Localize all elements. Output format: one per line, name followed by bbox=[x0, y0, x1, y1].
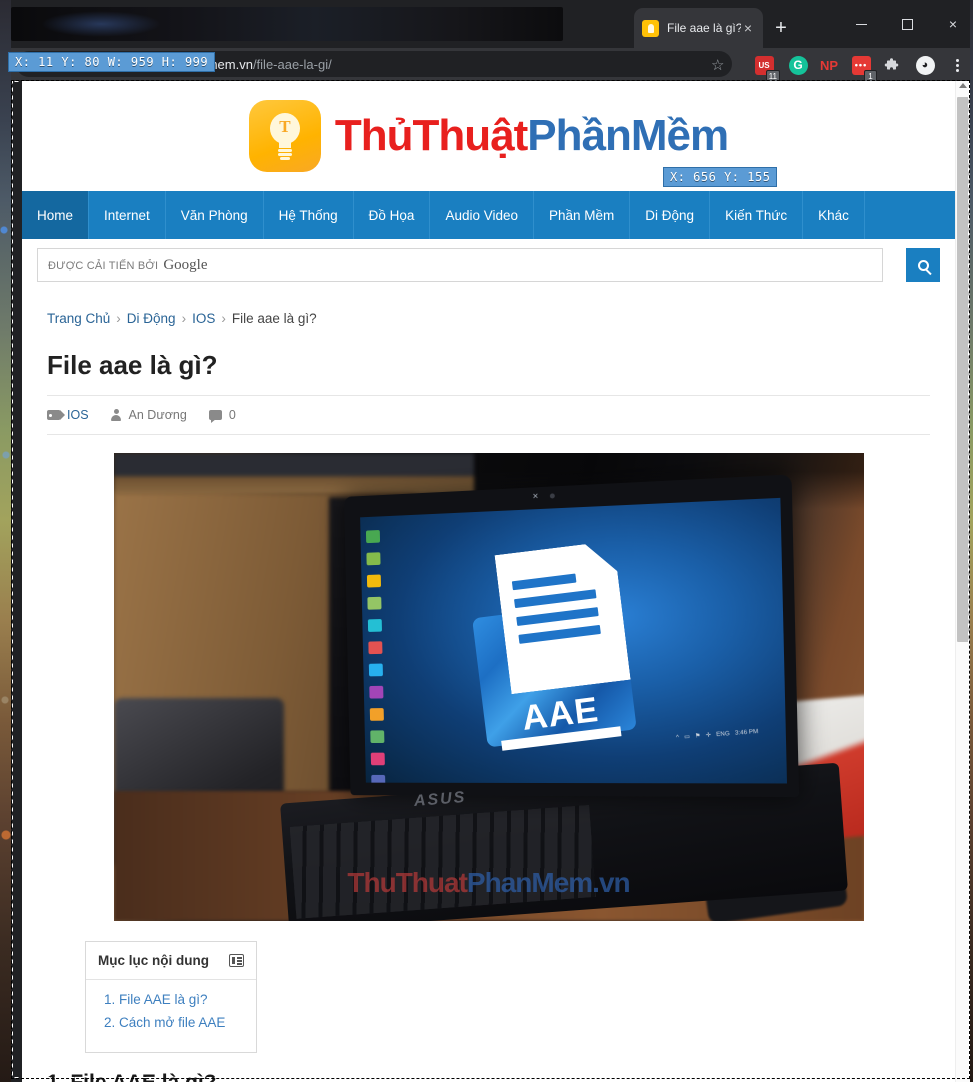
lightbulb-logo-icon bbox=[248, 100, 321, 172]
np-extension-icon[interactable]: NP bbox=[817, 53, 841, 77]
laptop-bezel-mark: × bbox=[531, 491, 538, 503]
nav-item-internet[interactable]: Internet bbox=[89, 191, 166, 239]
logo-text-part1: ThủThuật bbox=[334, 111, 528, 160]
panda-glyph: ◕ bbox=[915, 55, 935, 75]
nav-item-he-thong[interactable]: Hệ Thống bbox=[264, 191, 354, 239]
breadcrumb-separator-3: › bbox=[221, 311, 226, 326]
meta-author: An Dương bbox=[111, 408, 187, 422]
main-navigation: Home Internet Văn Phòng Hệ Thống Đồ Họa … bbox=[22, 191, 955, 239]
breadcrumb-separator-1: › bbox=[116, 311, 121, 326]
scrollbar-thumb[interactable] bbox=[957, 97, 970, 642]
page-scrollbar[interactable] bbox=[955, 81, 970, 1082]
puzzle-extensions-icon[interactable] bbox=[881, 53, 905, 77]
scroll-up-arrow-icon[interactable] bbox=[959, 83, 967, 88]
grammarly-extension-icon[interactable]: G bbox=[786, 53, 810, 77]
panda-extension-icon[interactable]: ◕ bbox=[913, 53, 937, 77]
hero-shelf bbox=[113, 453, 474, 495]
nav-item-van-phong[interactable]: Văn Phòng bbox=[166, 191, 264, 239]
url-path: /file-aae-la-gi/ bbox=[252, 56, 332, 72]
nav-item-do-hoa[interactable]: Đồ Họa bbox=[354, 191, 431, 239]
logo-text: ThủThuậtPhầnMềm bbox=[334, 111, 729, 161]
search-submit-button[interactable] bbox=[906, 248, 940, 282]
nav-item-khac[interactable]: Khác bbox=[803, 191, 865, 239]
toc-list: 1. File AAE là gì? 2. Cách mở file AAE bbox=[86, 980, 256, 1052]
breadcrumb-separator-2: › bbox=[181, 311, 187, 326]
screen-root: File aae là gì? × + × Không bảo mật | th… bbox=[0, 0, 973, 1082]
tab-title: File aae là gì? bbox=[667, 21, 741, 35]
toc-item-2[interactable]: 2. Cách mở file AAE bbox=[104, 1015, 244, 1030]
comment-icon bbox=[208, 410, 222, 423]
meta-category-label: IOS bbox=[67, 408, 89, 422]
page-title: File aae là gì? bbox=[47, 350, 218, 380]
webpage-content: ThủThuậtPhầnMềm Home Internet Văn Phòng … bbox=[22, 81, 955, 1082]
obscured-tab-area bbox=[11, 7, 563, 41]
laptop-keyboard bbox=[289, 805, 596, 919]
windows-system-tray: ^ ▭ ⚑ ✛ ENG 3:46 PM bbox=[675, 728, 758, 741]
three-dots-icon bbox=[955, 58, 959, 72]
search-placeholder: ĐƯỢC CẢI TIẾN BỞI Google bbox=[48, 256, 208, 273]
nav-item-home[interactable]: Home bbox=[22, 191, 90, 239]
toc-item-1[interactable]: 1. File AAE là gì? bbox=[104, 992, 244, 1007]
breadcrumb-item-di-dong[interactable]: Di Động bbox=[127, 311, 176, 326]
aae-file-icon: AAE bbox=[460, 538, 657, 753]
user-icon bbox=[111, 409, 122, 421]
hero-watermark-part2: PhanMem.vn bbox=[466, 867, 631, 898]
tag-icon bbox=[47, 410, 65, 420]
chrome-browser-window: File aae là gì? × + × Không bảo mật | th… bbox=[11, 0, 970, 1082]
search-input[interactable]: ĐƯỢC CẢI TIẾN BỞI Google bbox=[37, 248, 883, 282]
site-header: ThủThuậtPhầnMềm bbox=[22, 81, 955, 191]
article-hero-image: × ^ ▭ ⚑ ✛ ENG 3:46 PM ASUS AAE ThuThuatP… bbox=[113, 453, 864, 921]
search-icon bbox=[917, 259, 929, 271]
article-meta: IOS An Dương 0 bbox=[47, 395, 930, 435]
breadcrumb-current: File aae là gì? bbox=[231, 311, 317, 326]
grammarly-glyph: G bbox=[788, 55, 808, 75]
site-logo[interactable]: ThủThuậtPhầnMềm bbox=[248, 100, 729, 172]
window-minimize-button[interactable] bbox=[838, 10, 884, 38]
toc-heading: Mục lục nội dung bbox=[98, 953, 209, 968]
nav-item-phan-mem[interactable]: Phần Mềm bbox=[534, 191, 631, 239]
meta-category[interactable]: IOS bbox=[47, 408, 89, 422]
nav-item-di-dong[interactable]: Di Động bbox=[630, 191, 711, 239]
aae-document-glyph bbox=[494, 541, 630, 695]
meta-author-label: An Dương bbox=[128, 408, 187, 422]
meta-comments-count: 0 bbox=[228, 408, 236, 422]
toc-header[interactable]: Mục lục nội dung bbox=[86, 942, 256, 980]
hero-watermark-part1: ThuThuat bbox=[347, 867, 468, 898]
meta-comments[interactable]: 0 bbox=[208, 408, 236, 423]
windows-taskbar-icons bbox=[365, 529, 398, 784]
nav-item-audio-video[interactable]: Audio Video bbox=[430, 191, 534, 239]
capture-cursor-readout: X: 656 Y: 155 bbox=[663, 167, 778, 187]
breadcrumb-item-trang-chu[interactable]: Trang Chủ bbox=[47, 311, 110, 326]
google-brand-text: Google bbox=[163, 256, 208, 273]
red-extension-icon[interactable]: ••• 1 bbox=[849, 53, 877, 82]
browser-menu-button[interactable] bbox=[945, 53, 969, 77]
breadcrumb: Trang Chủ › Di Động › IOS › File aae là gì? bbox=[22, 291, 955, 326]
article: File aae là gì? IOS An Dương 0 × ^ ▭ ⚑ ✛… bbox=[22, 326, 955, 1053]
window-close-button[interactable]: × bbox=[930, 10, 973, 38]
new-tab-button[interactable]: + bbox=[768, 16, 794, 42]
window-maximize-button[interactable] bbox=[884, 10, 930, 38]
tab-favicon-icon bbox=[642, 19, 659, 37]
hero-watermark: ThuThuatPhanMem.vn bbox=[347, 867, 631, 899]
search-row: ĐƯỢC CẢI TIẾN BỞI Google bbox=[22, 239, 955, 291]
nav-item-kien-thuc[interactable]: Kiến Thức bbox=[710, 191, 804, 239]
breadcrumb-item-ios[interactable]: IOS bbox=[192, 311, 215, 326]
page-viewport: ThủThuậtPhầnMềm Home Internet Văn Phòng … bbox=[22, 81, 970, 1082]
section-heading: 1. File AAE là gì? bbox=[47, 1071, 955, 1082]
laptop-webcam-icon bbox=[549, 493, 555, 499]
logo-text-part2: PhầnMềm bbox=[527, 111, 729, 160]
bookmark-star-icon[interactable]: ☆ bbox=[711, 56, 724, 74]
browser-tab-active[interactable]: File aae là gì? × bbox=[634, 8, 763, 48]
table-of-contents: Mục lục nội dung 1. File AAE là gì? 2. C… bbox=[85, 941, 257, 1053]
capture-selection-readout: X: 11 Y: 80 W: 959 H: 999 bbox=[8, 52, 216, 72]
browser-tab-strip: File aae là gì? × + × bbox=[11, 0, 970, 48]
list-icon bbox=[229, 954, 244, 967]
lastpass-extension-icon[interactable]: US 11 bbox=[752, 53, 780, 82]
tab-close-icon[interactable]: × bbox=[741, 19, 755, 37]
np-glyph: NP bbox=[819, 57, 839, 73]
